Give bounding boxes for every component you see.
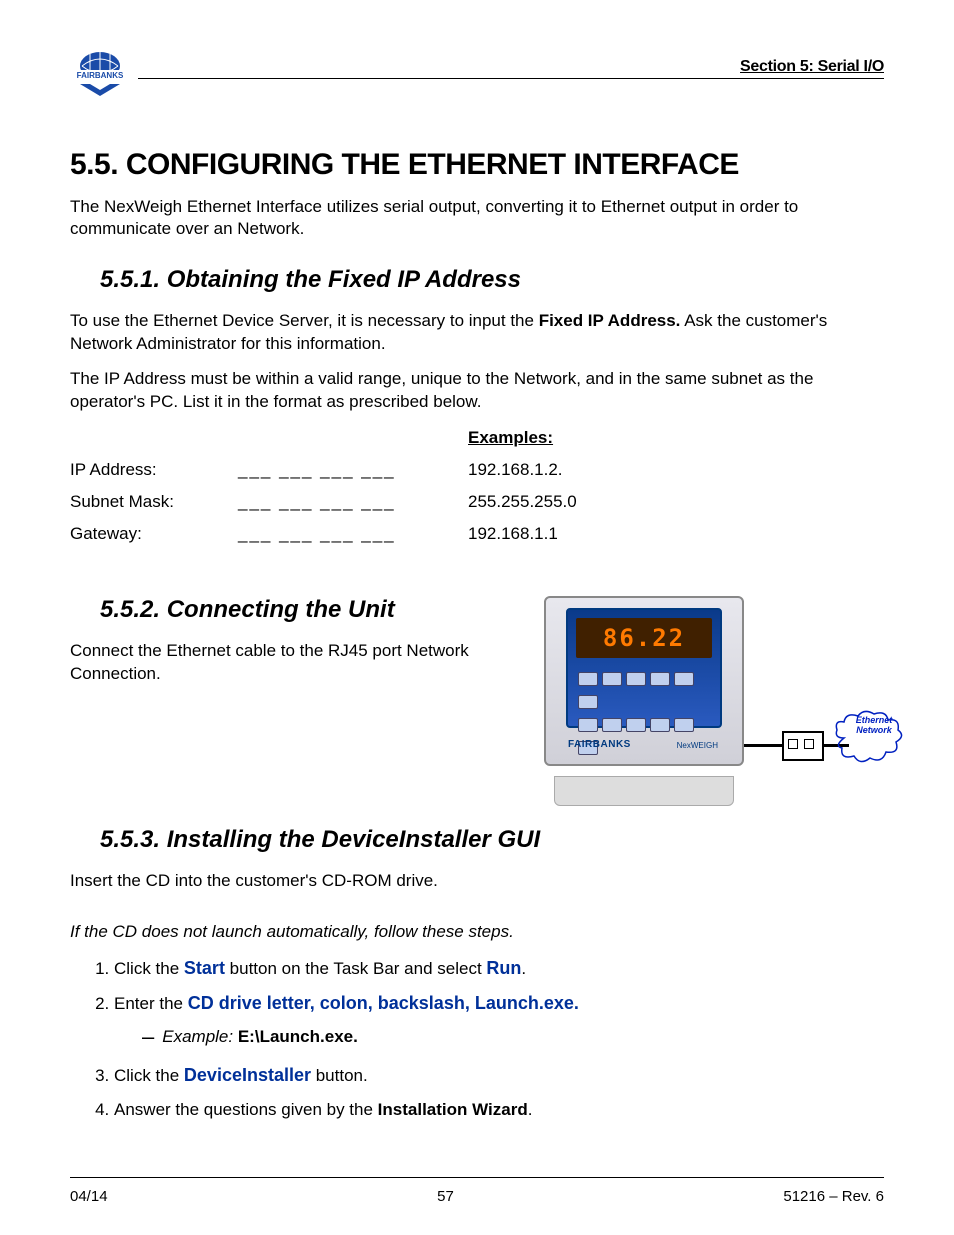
- page-header: FAIRBANKS Section 5: Serial I/O: [70, 48, 884, 98]
- section-552-row: 5.5.2. Connecting the Unit Connect the E…: [70, 596, 884, 806]
- step1-start: Start: [184, 958, 225, 978]
- main-heading: 5.5. CONFIGURING THE ETHERNET INTERFACE: [70, 148, 884, 182]
- fairbanks-logo: FAIRBANKS: [70, 48, 130, 98]
- s551-p2: The IP Address must be within a valid ra…: [70, 368, 884, 414]
- device-brand: FAIRBANKS: [568, 739, 631, 750]
- step2-ex-label: Example:: [162, 1027, 238, 1046]
- device-button: [626, 718, 646, 732]
- ip-row-subnet: Subnet Mask: ___ ___ ___ ___ 255.255.255…: [70, 492, 884, 524]
- step1-e: .: [521, 959, 526, 978]
- ip-row-gateway: Gateway: ___ ___ ___ ___ 192.168.1.1: [70, 524, 884, 556]
- subnet-blanks: ___ ___ ___ ___: [238, 492, 468, 512]
- step3-a: Click the: [114, 1066, 184, 1085]
- device-button: [626, 672, 646, 686]
- device-box: 86.22 FAIRBANKS NexWEIGH: [544, 596, 744, 766]
- ip-address-label: IP Address:: [70, 460, 238, 480]
- step-2: Enter the CD drive letter, colon, backsl…: [114, 991, 884, 1053]
- step2-ex-value: E:\Launch.exe.: [238, 1027, 358, 1046]
- step1-c: button on the Task Bar and select: [225, 959, 486, 978]
- step-4: Answer the questions given by the Instal…: [114, 1098, 884, 1122]
- gateway-blanks: ___ ___ ___ ___: [238, 524, 468, 544]
- section-552-text: 5.5.2. Connecting the Unit Connect the E…: [70, 596, 514, 806]
- step4-a: Answer the questions given by the: [114, 1100, 378, 1119]
- subheading-552: 5.5.2. Connecting the Unit: [100, 596, 514, 624]
- step3-c: button.: [311, 1066, 368, 1085]
- step-3: Click the DeviceInstaller button.: [114, 1063, 884, 1088]
- header-rule: [138, 78, 884, 79]
- install-steps: Click the Start button on the Task Bar a…: [70, 956, 884, 1122]
- step1-run: Run: [486, 958, 521, 978]
- s551-p1: To use the Ethernet Device Server, it is…: [70, 310, 884, 356]
- s552-p1: Connect the Ethernet cable to the RJ45 p…: [70, 640, 514, 686]
- device-buttons: [576, 670, 712, 720]
- s553-p2: If the CD does not launch automatically,…: [70, 921, 884, 944]
- device-screen: 86.22: [566, 608, 722, 728]
- ip-address-example: 192.168.1.2.: [468, 460, 563, 480]
- device-button: [674, 718, 694, 732]
- page: FAIRBANKS Section 5: Serial I/O 5.5. CON…: [0, 0, 954, 1235]
- examples-label: Examples:: [468, 428, 553, 448]
- section-label: Section 5: Serial I/O: [138, 58, 884, 76]
- device-base: [554, 776, 734, 806]
- device-button: [578, 718, 598, 732]
- s551-p1-pre: To use the Ethernet Device Server, it is…: [70, 311, 539, 330]
- device-button: [578, 672, 598, 686]
- subnet-label: Subnet Mask:: [70, 492, 238, 512]
- device-button: [650, 672, 670, 686]
- gateway-example: 192.168.1.1: [468, 524, 558, 544]
- footer-page-number: 57: [437, 1188, 454, 1205]
- step1-a: Click the: [114, 959, 184, 978]
- ip-table: Examples: IP Address: ___ ___ ___ ___ 19…: [70, 428, 884, 556]
- step4-wizard: Installation Wizard: [378, 1100, 528, 1119]
- step2-example: –Example: E:\Launch.exe.: [142, 1022, 884, 1053]
- subheading-551: 5.5.1. Obtaining the Fixed IP Address: [100, 266, 884, 294]
- rj45-port-icon: [804, 739, 814, 749]
- header-line-area: Section 5: Serial I/O: [138, 58, 884, 79]
- device-button: [674, 672, 694, 686]
- footer-date: 04/14: [70, 1188, 108, 1205]
- ip-header-row: Examples:: [70, 428, 884, 460]
- device-button: [602, 718, 622, 732]
- device-diagram: 86.22 FAIRBANKS NexWEIGH Ethernet Networ…: [534, 596, 884, 806]
- step2-a: Enter the: [114, 994, 188, 1013]
- step4-c: .: [528, 1100, 533, 1119]
- dash-icon: –: [142, 1024, 154, 1049]
- s551-p1-bold: Fixed IP Address.: [539, 311, 681, 330]
- footer-doc-rev: 51216 – Rev. 6: [783, 1188, 884, 1205]
- s553-p1: Insert the CD into the customer's CD-ROM…: [70, 870, 884, 893]
- subheading-553: 5.5.3. Installing the DeviceInstaller GU…: [100, 826, 884, 854]
- subnet-example: 255.255.255.0: [468, 492, 577, 512]
- rj45-port-icon: [788, 739, 798, 749]
- page-footer: 04/14 57 51216 – Rev. 6: [70, 1177, 884, 1205]
- device-display: 86.22: [576, 618, 712, 658]
- logo-text: FAIRBANKS: [77, 71, 124, 80]
- device-button: [650, 718, 670, 732]
- ip-address-blanks: ___ ___ ___ ___: [238, 460, 468, 480]
- ethernet-cable: [744, 744, 784, 747]
- device-model: NexWEIGH: [677, 741, 718, 750]
- ip-row-address: IP Address: ___ ___ ___ ___ 192.168.1.2.: [70, 460, 884, 492]
- device-button: [578, 695, 598, 709]
- step2-cmd: CD drive letter, colon, backslash, Launc…: [188, 993, 579, 1013]
- step3-deviceinstaller: DeviceInstaller: [184, 1065, 311, 1085]
- intro-paragraph: The NexWeigh Ethernet Interface utilizes…: [70, 196, 884, 240]
- step-1: Click the Start button on the Task Bar a…: [114, 956, 884, 981]
- device-button: [602, 672, 622, 686]
- gateway-label: Gateway:: [70, 524, 238, 544]
- cloud-label: Ethernet Network: [844, 716, 904, 736]
- ethernet-jack-box: [782, 731, 824, 761]
